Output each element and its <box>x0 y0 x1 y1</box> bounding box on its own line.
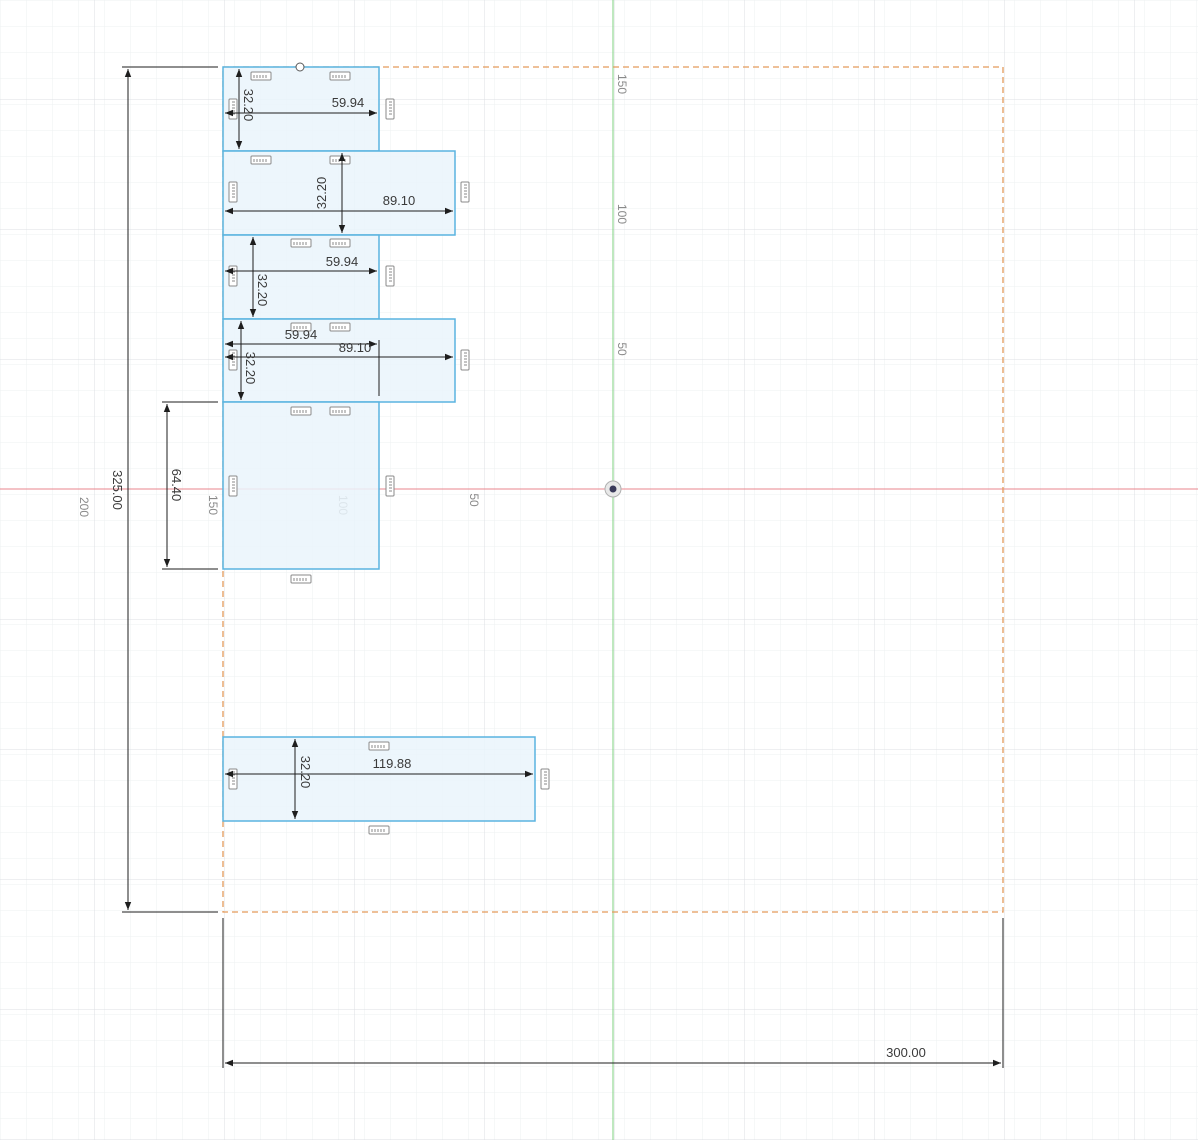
tab-icon[interactable] <box>228 181 238 203</box>
tab-icon[interactable] <box>228 768 238 790</box>
part-5[interactable] <box>222 401 380 570</box>
dim-part4-overlap-width-label[interactable]: 59.94 <box>285 327 318 342</box>
dim-part4-height-label[interactable]: 32.20 <box>243 352 258 385</box>
tab-icon[interactable] <box>228 475 238 497</box>
sketch-canvas[interactable]: 150 100 50 150 100 50 200 <box>0 0 1198 1140</box>
axis-label-v-100: 100 <box>615 204 629 224</box>
axis-label-h-150: 150 <box>206 495 220 515</box>
axis-label-v-50: 50 <box>615 342 629 356</box>
dim-part2-height-label[interactable]: 32.20 <box>314 177 329 210</box>
tab-icon[interactable] <box>329 322 351 332</box>
dim-part1-height-label[interactable]: 32.20 <box>241 89 256 122</box>
axis-label-v-150: 150 <box>615 74 629 94</box>
dim-part3-width-label[interactable]: 59.94 <box>326 254 359 269</box>
axis-label-outer: 200 <box>77 497 91 517</box>
tab-icon[interactable] <box>368 741 390 751</box>
major-grid <box>0 0 1198 1140</box>
tab-icon[interactable] <box>460 349 470 371</box>
sketch-point[interactable] <box>295 62 305 72</box>
tab-icon[interactable] <box>385 265 395 287</box>
origin-dot <box>609 485 617 493</box>
dim-part6-height-label[interactable]: 32.20 <box>298 756 313 789</box>
dim-part1-width-label[interactable]: 59.94 <box>332 95 365 110</box>
tab-icon[interactable] <box>460 181 470 203</box>
tab-icon[interactable] <box>290 406 312 416</box>
dim-stock-height-label[interactable]: 325.00 <box>110 470 125 510</box>
tab-icon[interactable] <box>329 71 351 81</box>
tab-icon[interactable] <box>329 406 351 416</box>
dim-part3-height-label[interactable]: 32.20 <box>255 274 270 307</box>
part-3[interactable] <box>222 234 380 320</box>
dim-part6-width-label[interactable]: 119.88 <box>373 756 412 771</box>
tab-icon[interactable] <box>329 155 351 165</box>
tab-icon[interactable] <box>250 71 272 81</box>
tab-icon[interactable] <box>290 238 312 248</box>
tab-icon[interactable] <box>385 475 395 497</box>
tab-icon[interactable] <box>540 768 550 790</box>
dim-part2-width-label[interactable]: 89.10 <box>383 193 416 208</box>
tab-icon[interactable] <box>228 349 238 371</box>
dim-part4-width-label[interactable]: 89.10 <box>339 340 372 355</box>
tab-icon[interactable] <box>329 238 351 248</box>
tab-icon[interactable] <box>228 98 238 120</box>
tab-icon[interactable] <box>228 265 238 287</box>
axis-label-h-50: 50 <box>467 493 481 507</box>
dim-stock-width-label[interactable]: 300.00 <box>886 1045 926 1060</box>
tab-icon[interactable] <box>368 825 390 835</box>
tab-icon[interactable] <box>290 574 312 584</box>
tab-icon[interactable] <box>250 155 272 165</box>
dim-tall-part-height-label[interactable]: 64.40 <box>169 469 184 502</box>
tab-icon[interactable] <box>385 98 395 120</box>
